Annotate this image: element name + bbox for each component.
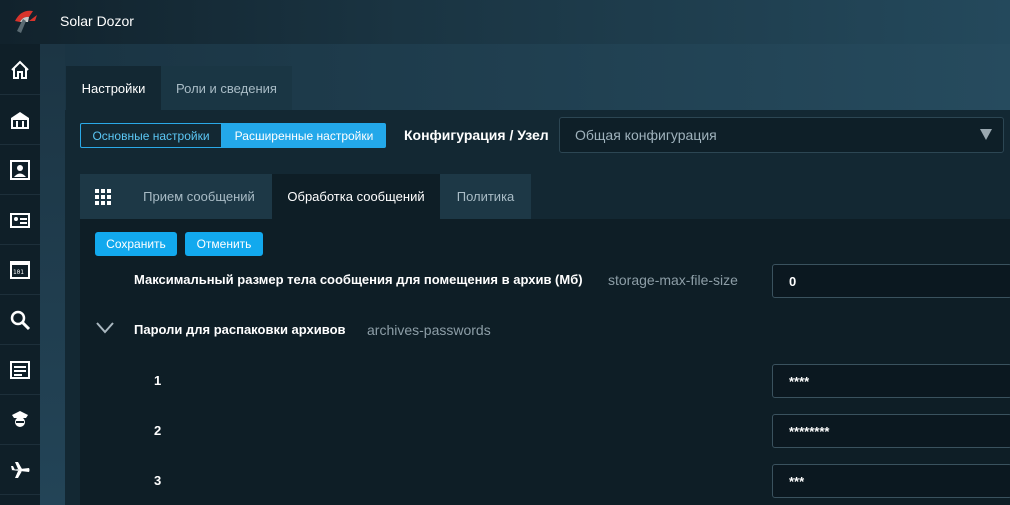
passwords-label: Пароли для распаковки архивов <box>134 322 346 337</box>
config-select[interactable]: Общая конфигурация <box>559 117 1004 153</box>
list-icon <box>10 361 30 379</box>
home-icon <box>11 60 29 79</box>
id-card-icon <box>10 213 30 228</box>
grid-menu-button[interactable] <box>80 174 126 219</box>
airplane-icon <box>11 462 30 478</box>
max-size-key: storage-max-file-size <box>608 272 738 288</box>
password-input[interactable]: ******** <box>772 414 1010 448</box>
password-input[interactable]: *** <box>772 464 1010 498</box>
sidebar-item-binary[interactable]: 101 <box>0 246 40 295</box>
password-index: 1 <box>154 373 162 388</box>
config-select-value: Общая конфигурация <box>575 127 717 143</box>
save-button[interactable]: Сохранить <box>95 232 177 256</box>
settings-panel <box>80 219 1010 505</box>
tab-policy[interactable]: Политика <box>440 174 531 219</box>
tab-message-processing[interactable]: Обработка сообщений <box>272 174 440 219</box>
svg-text:101: 101 <box>13 269 24 276</box>
tab-settings[interactable]: Настройки <box>66 66 161 110</box>
grid-icon <box>95 188 111 205</box>
sidebar-item-id-card[interactable] <box>0 196 40 245</box>
tab-roles[interactable]: Роли и сведения <box>161 66 292 110</box>
sidebar-item-building[interactable] <box>0 96 40 145</box>
top-bar: Solar Dozor <box>0 0 1010 44</box>
password-input[interactable]: **** <box>772 364 1010 398</box>
dropdown-arrow-icon <box>980 129 992 140</box>
chevron-down-icon[interactable] <box>96 322 114 334</box>
sidebar-item-list[interactable] <box>0 346 40 395</box>
app-title: Solar Dozor <box>60 13 134 29</box>
tab-message-receive[interactable]: Прием сообщений <box>126 174 272 219</box>
sidebar-item-airplane[interactable] <box>0 446 40 495</box>
max-size-label: Максимальный размер тела сообщения для п… <box>134 272 583 287</box>
advanced-settings-toggle[interactable]: Расширенные настройки <box>222 123 386 148</box>
password-index: 2 <box>154 423 162 438</box>
solar-dozor-logo-icon[interactable] <box>11 5 41 35</box>
sidebar-item-home[interactable] <box>0 46 40 95</box>
max-size-input[interactable]: 0 <box>772 264 1010 298</box>
police-officer-icon <box>12 411 28 427</box>
sidebar: 101 <box>0 44 40 505</box>
basic-settings-toggle[interactable]: Основные настройки <box>80 123 222 148</box>
search-icon <box>10 310 31 331</box>
password-index: 3 <box>154 473 162 488</box>
passwords-key: archives-passwords <box>367 322 491 338</box>
gutter <box>40 44 65 505</box>
sidebar-item-search[interactable] <box>0 296 40 345</box>
person-card-icon <box>10 160 30 180</box>
sidebar-item-person[interactable] <box>0 146 40 195</box>
cancel-button[interactable]: Отменить <box>185 232 263 256</box>
binary-calendar-icon: 101 <box>10 261 30 279</box>
config-node-label: Конфигурация / Узел <box>404 127 549 143</box>
building-icon <box>11 112 29 129</box>
sidebar-item-police[interactable] <box>0 396 40 445</box>
